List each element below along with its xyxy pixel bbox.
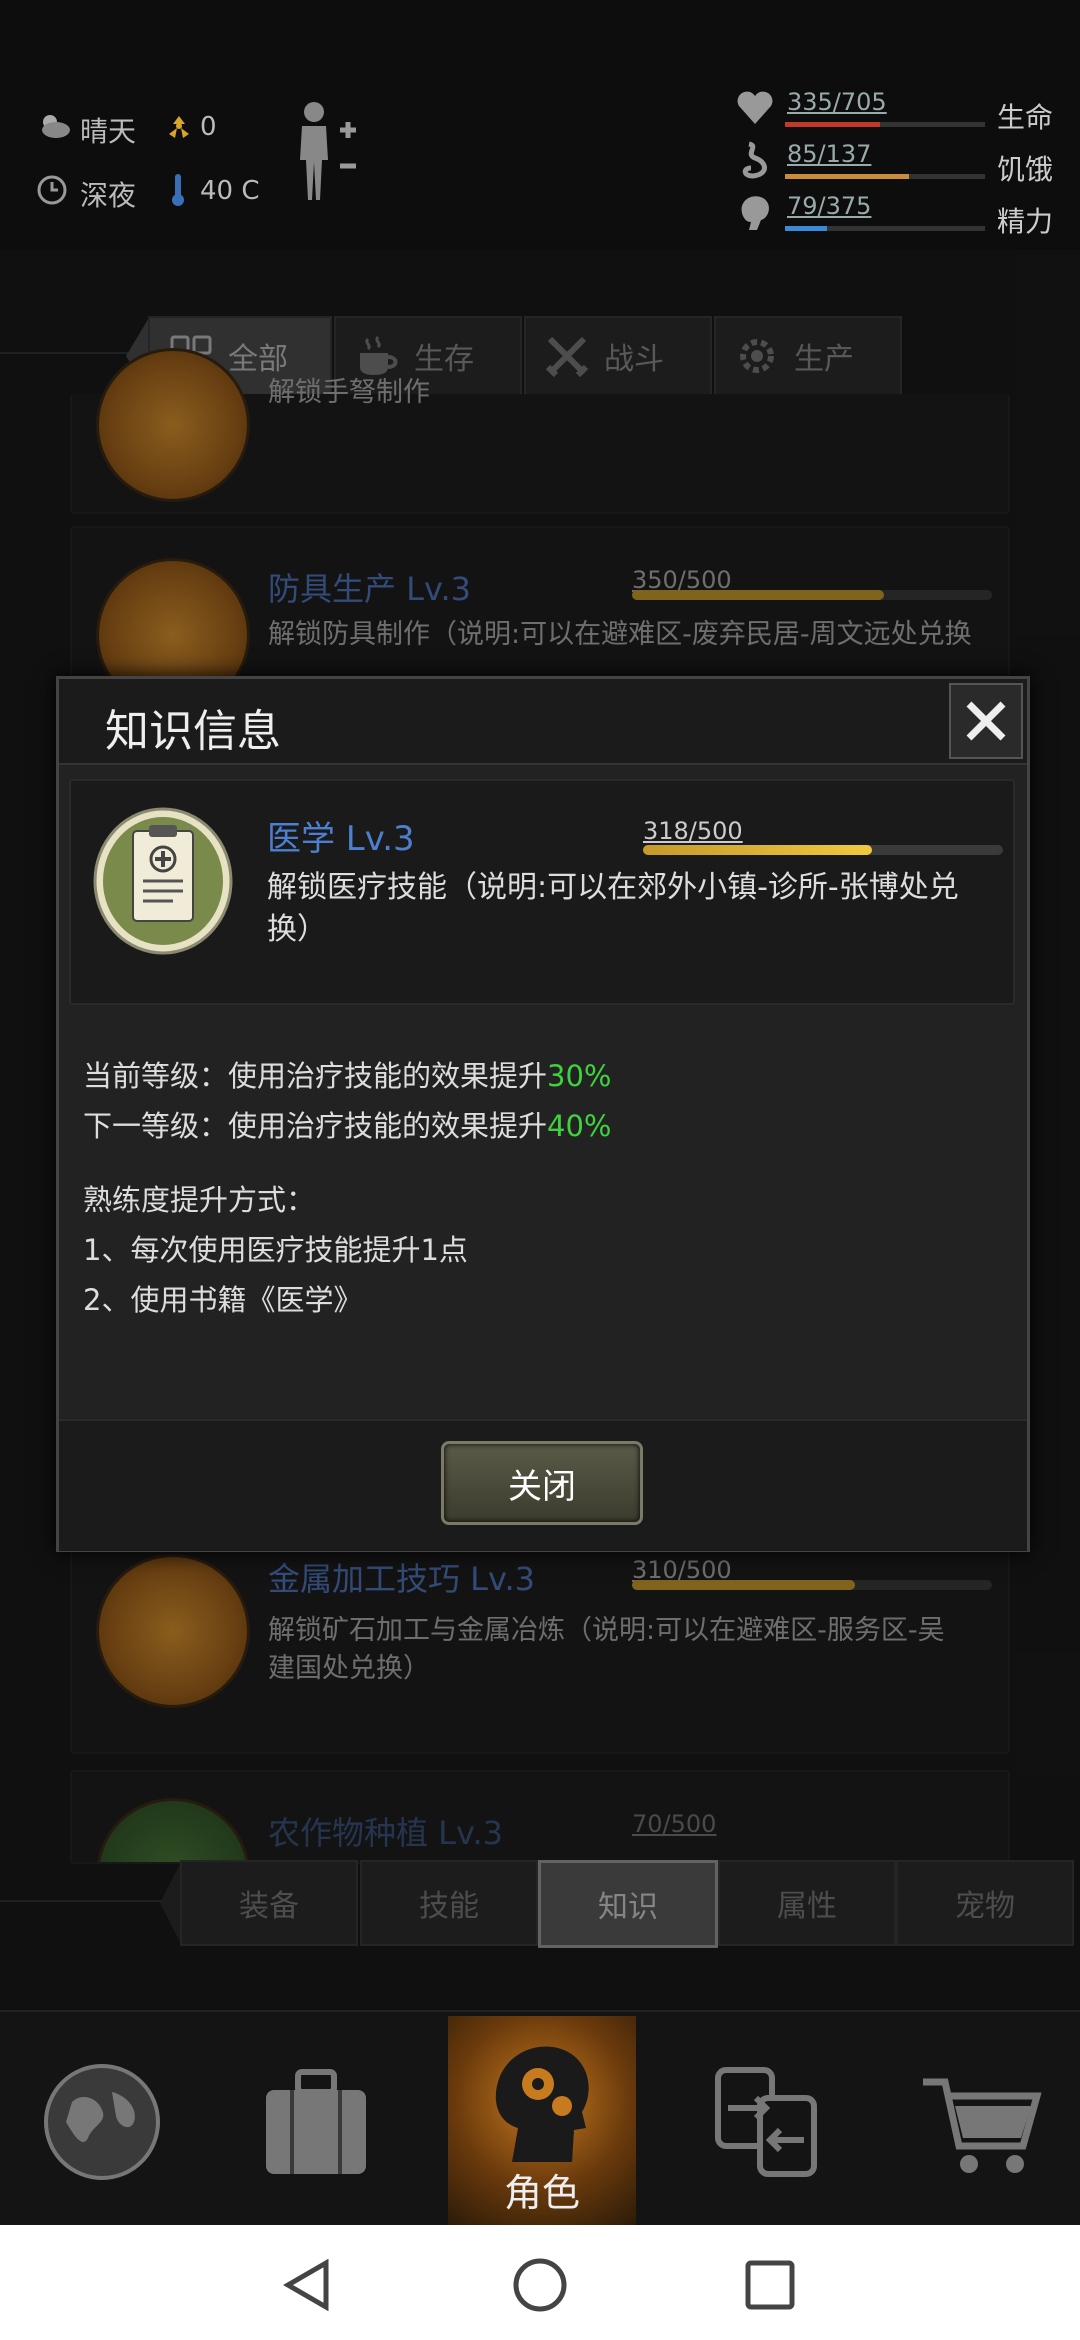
method-heading: 熟练度提升方式： [83,1183,316,1217]
nav-shop[interactable] [904,2042,1064,2202]
radiation-value: 0 [200,112,217,142]
health-label: 生命 [997,101,1054,134]
system-nav-bar [0,2225,1080,2340]
nav-map[interactable] [22,2042,182,2202]
clock-icon [37,175,67,205]
skill-progress-bar [643,845,1003,855]
brain-icon [741,196,769,230]
medical-clipboard-icon [93,807,233,955]
stomach-icon [742,141,767,179]
next-level-line: 下一等级：使用治疗技能的效果提升40% [83,1103,611,1145]
skill-title: 医学 Lv.3 [267,819,415,859]
exchange-icon [715,2067,817,2177]
temperature-value: 40 C [200,176,260,206]
nav-inventory[interactable] [236,2042,396,2202]
skill-description: 解锁医疗技能（说明:可以在郊外小镇-诊所-张博处兑换） [267,870,959,947]
vital-energy: 79/375 精力 [735,192,1065,242]
hunger-value: 85/137 [787,140,872,168]
nav-character[interactable]: 角色 [448,2016,636,2227]
dialog-header: 知识信息 [59,679,1027,765]
health-value: 335/705 [787,88,887,116]
current-level-value: 30% [547,1059,612,1093]
cart-icon [923,2078,1042,2173]
energy-bar [785,226,827,231]
skill-card: 医学 Lv.3 318/500 解锁医疗技能（说明:可以在郊外小镇-诊所-张博处… [69,779,1015,1005]
home-icon[interactable] [512,2257,568,2313]
bottom-nav: 角色 [0,2010,1080,2227]
knowledge-info-dialog: 知识信息 医学 Lv.3 318/500 解锁医疗技能（说明:可以在郊外小镇-诊… [56,676,1030,1552]
vital-hunger: 85/137 饥饿 [735,140,1065,190]
hunger-label: 饥饿 [997,153,1054,186]
close-icon [966,701,1006,741]
head-gears-icon [495,2046,589,2162]
nav-trade[interactable] [686,2042,846,2202]
status-bar: 晴天 0 深夜 40 C 335/705 生命 85/137 饥饿 79/375… [0,0,1080,250]
dialog-title: 知识信息 [105,706,281,757]
close-icon-button[interactable] [949,683,1023,759]
hunger-bar [785,174,909,179]
energy-value: 79/375 [787,192,872,220]
heart-icon [737,91,773,124]
vital-health: 335/705 生命 [735,88,1065,138]
thermometer-icon [172,174,184,206]
suitcase-icon [266,2069,366,2174]
body-status-icon[interactable] [294,100,364,205]
method-item-1: 1、每次使用医疗技能提升1点 [83,1233,468,1267]
method-item-2: 2、使用书籍《医学》 [83,1283,363,1317]
nav-character-label: 角色 [503,2171,580,2215]
radiation-icon [169,116,189,138]
dialog-footer: 关闭 [59,1419,1027,1551]
weather-label: 晴天 [80,115,137,148]
back-icon[interactable] [282,2259,332,2311]
current-level-line: 当前等级：使用治疗技能的效果提升30% [83,1053,611,1095]
time-label: 深夜 [80,179,137,212]
next-level-text: 下一等级：使用治疗技能的效果提升 [83,1109,548,1143]
current-level-text: 当前等级：使用治疗技能的效果提升 [83,1059,548,1093]
energy-label: 精力 [997,205,1054,238]
health-bar [785,122,880,127]
globe-icon [44,2064,160,2180]
recents-icon[interactable] [744,2259,796,2311]
close-button[interactable]: 关闭 [441,1441,643,1525]
weather-icon [42,115,70,138]
skill-progress: 318/500 [643,817,743,845]
next-level-value: 40% [547,1109,612,1143]
